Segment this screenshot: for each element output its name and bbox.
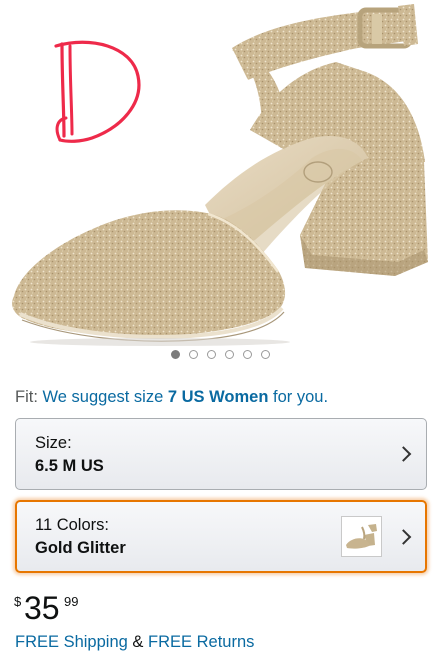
color-selector-label: 11 Colors:	[35, 516, 109, 534]
carousel-dot-2[interactable]	[189, 350, 198, 359]
product-image[interactable]	[0, 0, 443, 346]
price-fraction: 99	[64, 594, 79, 609]
carousel-dot-4[interactable]	[225, 350, 234, 359]
annotation-letter-d	[54, 40, 141, 143]
fit-suggested-size[interactable]: 7 US Women	[168, 388, 269, 406]
shipping-ampersand: &	[132, 633, 144, 651]
size-selector-label: Size:	[35, 434, 72, 452]
fit-label: Fit:	[15, 388, 38, 406]
shipping-info: FREE Shipping & FREE Returns	[15, 632, 254, 652]
free-returns-link[interactable]: FREE Returns	[148, 633, 254, 651]
carousel-dot-1[interactable]	[171, 350, 180, 359]
fit-suffix[interactable]: for you.	[273, 388, 328, 406]
fit-suggest-link[interactable]: We suggest size	[43, 388, 164, 406]
size-selector[interactable]: Size: 6.5 M US	[15, 418, 427, 490]
carousel-dot-6[interactable]	[261, 350, 270, 359]
size-selector-value: 6.5 M US	[35, 457, 104, 475]
chevron-right-icon	[395, 528, 412, 545]
price-currency: $	[14, 594, 22, 609]
carousel-dot-3[interactable]	[207, 350, 216, 359]
carousel-dot-5[interactable]	[243, 350, 252, 359]
image-carousel-dots	[0, 350, 442, 364]
color-selector[interactable]: 11 Colors: Gold Glitter	[15, 500, 427, 573]
color-selector-value: Gold Glitter	[35, 539, 126, 557]
price-whole: 35	[24, 590, 60, 626]
free-shipping-link[interactable]: FREE Shipping	[15, 633, 128, 651]
color-swatch-thumbnail	[341, 516, 382, 557]
fit-recommendation: Fit: We suggest size 7 US Women for you.	[15, 387, 328, 407]
chevron-right-icon	[395, 446, 412, 462]
